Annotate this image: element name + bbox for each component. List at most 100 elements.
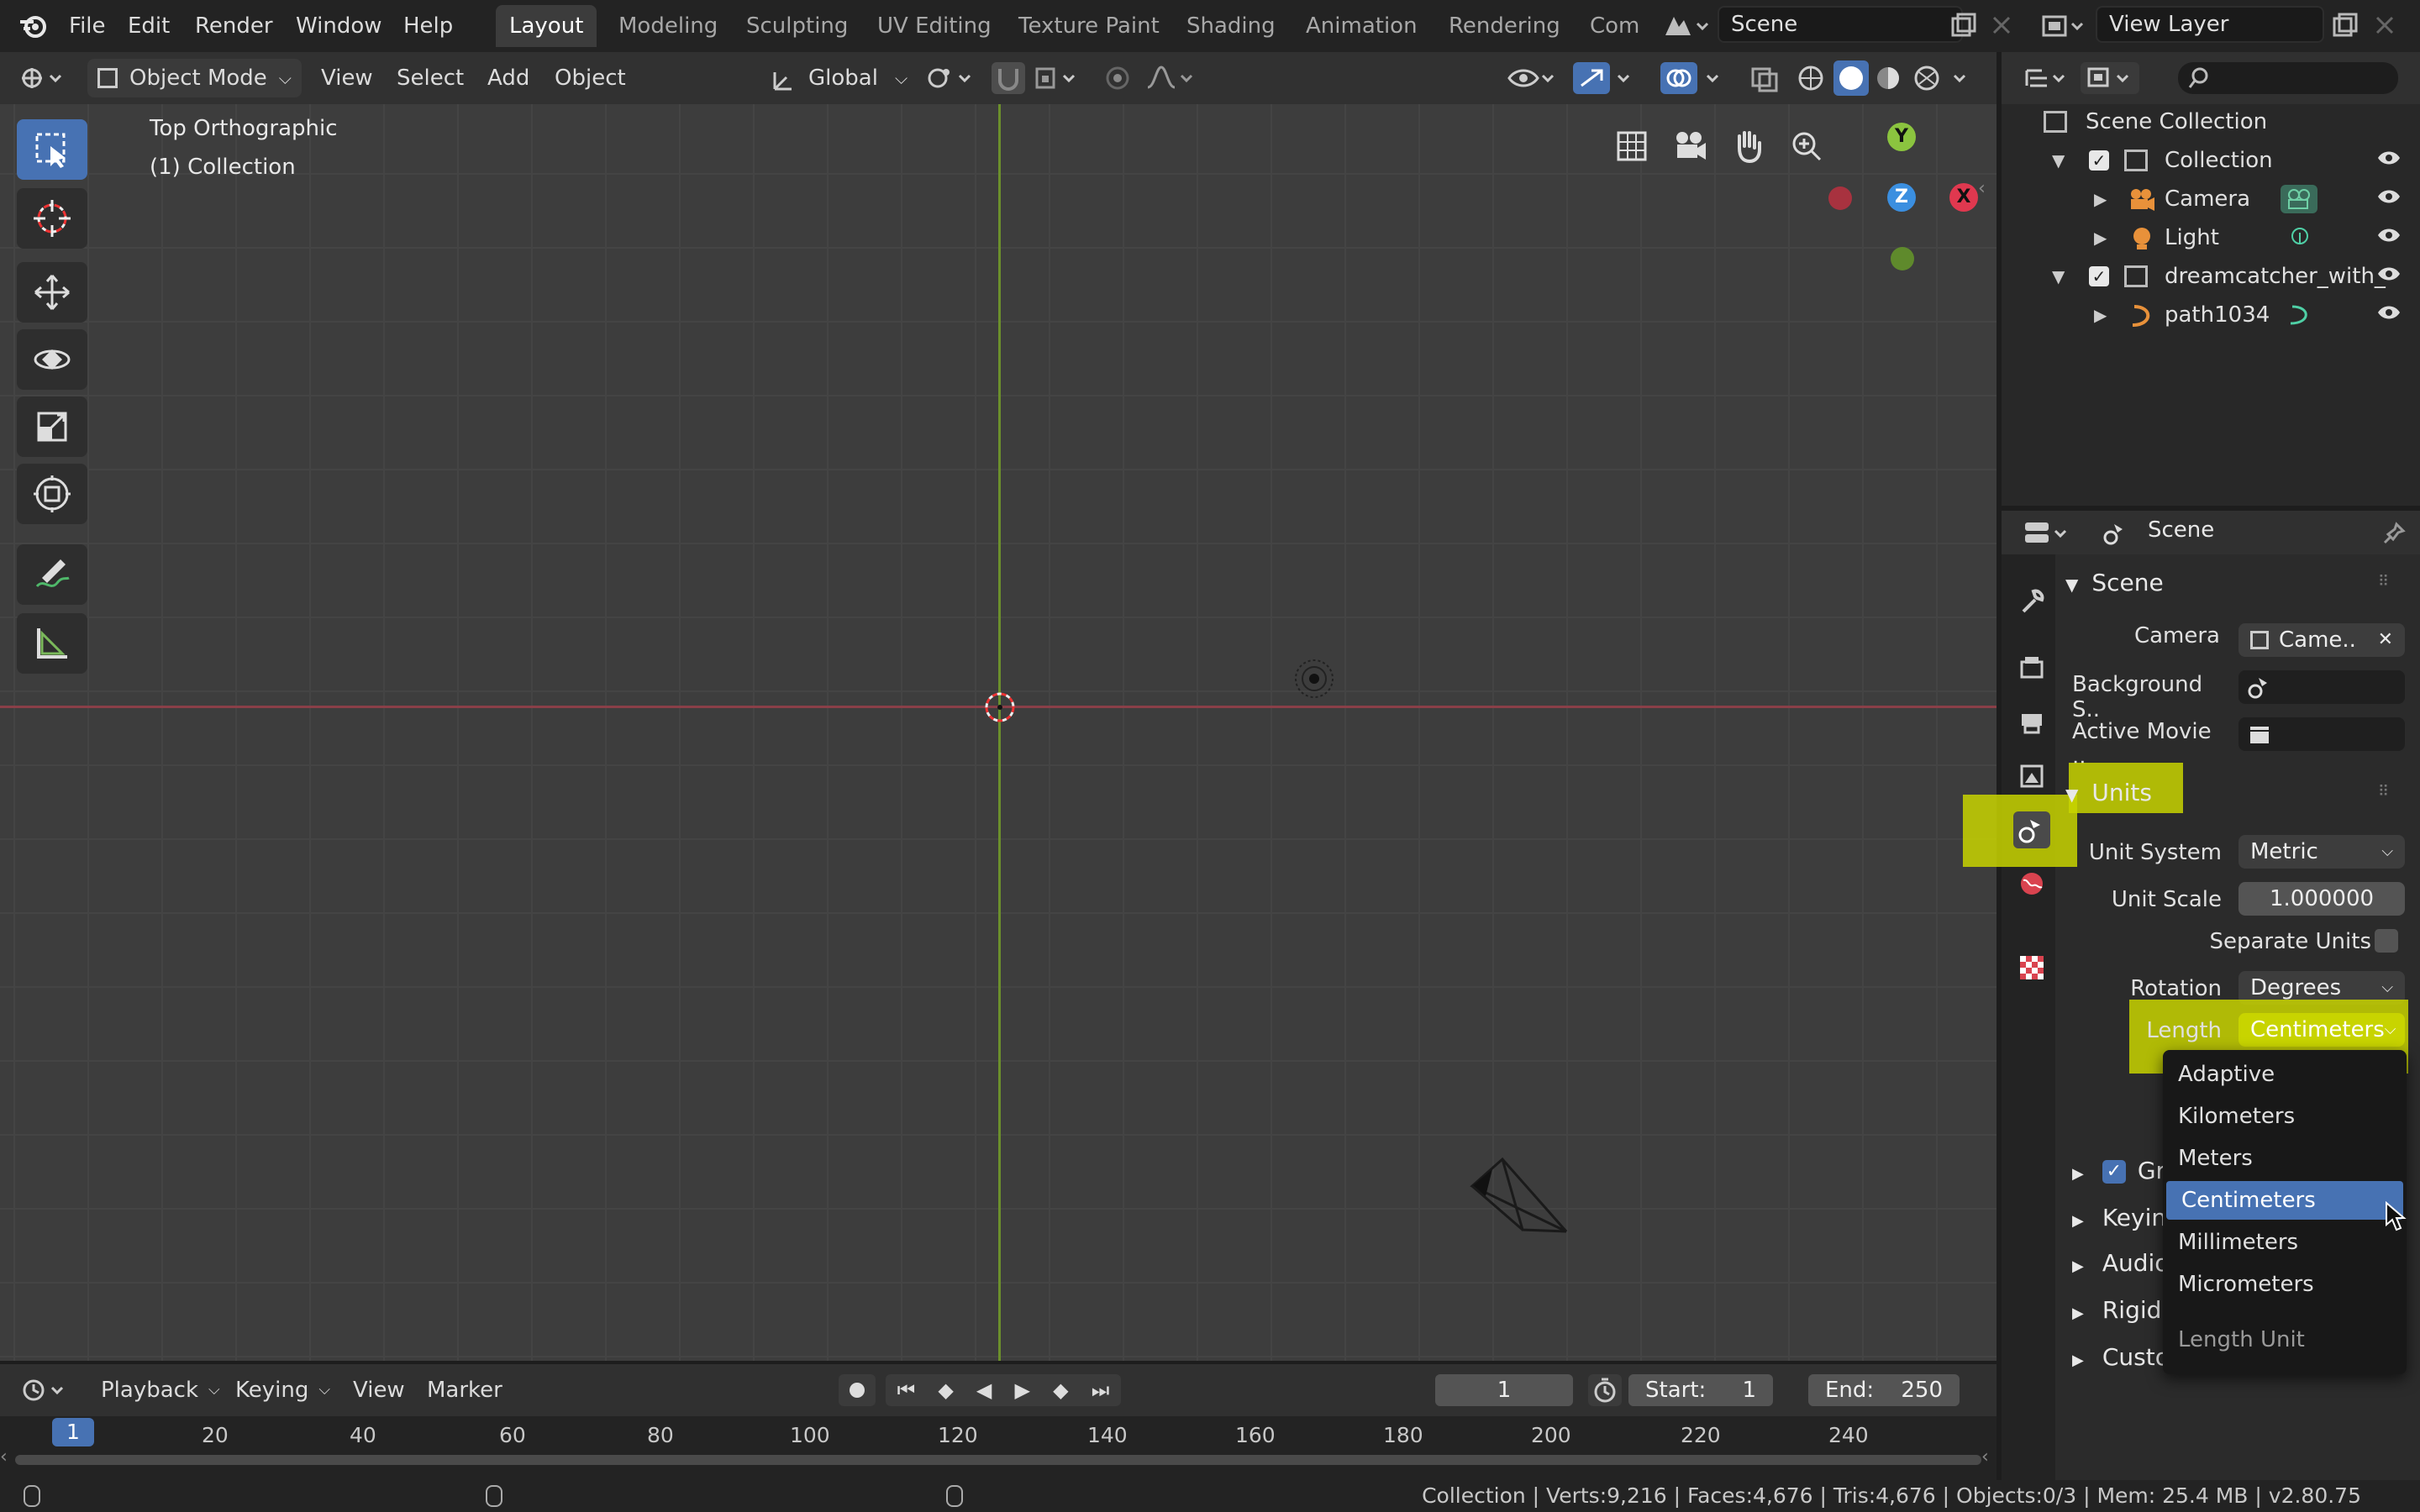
delete-view-layer-icon[interactable] <box>2373 13 2396 37</box>
pan-view-icon[interactable] <box>1724 123 1771 170</box>
custom-properties-panel-header[interactable]: ▶ Custo <box>2072 1336 2170 1379</box>
timeline-menu-playback[interactable]: Playback ⌵ <box>91 1371 230 1410</box>
expand-arrow-icon[interactable]: ▶ <box>2094 296 2107 334</box>
gizmo-y-axis[interactable]: Y <box>1887 123 1916 151</box>
outliner-row-path1034[interactable]: ▶ path1034 <box>2002 296 2420 334</box>
scene-panel-header[interactable]: ▼ Scene <box>2065 561 2164 605</box>
jump-to-end-icon[interactable]: ⏭ <box>1092 1378 1110 1402</box>
falloff-icon[interactable] <box>1144 64 1198 92</box>
tab-animation[interactable]: Animation <box>1292 5 1431 47</box>
view-layer-icon[interactable] <box>2039 10 2089 42</box>
pin-icon[interactable] <box>2381 521 2407 546</box>
camera-data-icon[interactable] <box>2281 185 2317 213</box>
outliner-row-light[interactable]: ▶ Light <box>2002 218 2420 257</box>
rigid-body-world-panel-header[interactable]: ▶ Rigid <box>2072 1289 2161 1332</box>
play-reverse-icon[interactable]: ◀ <box>976 1378 992 1402</box>
overlays-toggle-icon[interactable] <box>1660 62 1697 94</box>
playhead-frame-indicator[interactable]: 1 <box>52 1418 94 1446</box>
jump-to-start-icon[interactable]: ⏮ <box>897 1378 916 1402</box>
tab-texture-paint[interactable]: Texture Paint <box>1005 5 1173 47</box>
outliner-row-collection[interactable]: ▼ ✓ Collection <box>2002 141 2420 180</box>
tab-texture-icon[interactable] <box>2013 949 2050 986</box>
next-keyframe-icon[interactable]: ◆ <box>1053 1378 1068 1402</box>
background-scene-field[interactable] <box>2238 670 2405 704</box>
annotate-tool[interactable] <box>17 544 87 605</box>
visibility-eye-icon[interactable] <box>2376 227 2402 244</box>
viewport-menu-object[interactable]: Object <box>544 59 636 97</box>
start-frame-field[interactable]: Start: 1 <box>1628 1374 1773 1406</box>
gizmo-neg-x-dot[interactable] <box>1828 186 1852 210</box>
move-tool[interactable] <box>17 262 87 323</box>
select-box-tool[interactable] <box>17 119 87 180</box>
tab-output-icon[interactable] <box>2013 704 2050 741</box>
menu-window[interactable]: Window <box>292 7 386 45</box>
tab-world-icon[interactable] <box>2013 865 2050 902</box>
end-frame-field[interactable]: End: 250 <box>1808 1374 1960 1406</box>
shading-rendered-icon[interactable] <box>1912 64 1941 92</box>
visibility-eye-icon[interactable] <box>2376 188 2402 205</box>
xray-toggle-icon[interactable] <box>1748 64 1781 92</box>
tab-compositing[interactable]: Com <box>1576 5 1660 47</box>
shading-material-icon[interactable] <box>1874 64 1902 92</box>
current-frame-field[interactable]: 1 <box>1435 1374 1573 1406</box>
outliner-row-scene-collection[interactable]: Scene Collection <box>2002 102 2420 141</box>
display-mode-icon[interactable] <box>2081 62 2139 94</box>
length-option-centimeters[interactable]: Centimeters <box>2166 1181 2403 1220</box>
outliner-editor-type-icon[interactable] <box>2022 64 2072 92</box>
audio-panel-header[interactable]: ▶ Audio <box>2072 1242 2169 1285</box>
camera-object[interactable] <box>1462 1136 1571 1245</box>
cursor-tool[interactable] <box>17 188 87 249</box>
tab-render-icon[interactable] <box>2013 650 2050 687</box>
toggle-ortho-grid-icon[interactable] <box>1608 123 1655 170</box>
camera-view-icon[interactable] <box>1667 123 1714 170</box>
collection-checkbox[interactable]: ✓ <box>2089 266 2109 286</box>
curve-data-icon[interactable] <box>2287 302 2312 328</box>
pivot-point-icon[interactable] <box>924 64 978 92</box>
clear-camera-icon[interactable]: ✕ <box>2378 623 2393 657</box>
use-preview-range-icon[interactable] <box>1588 1374 1622 1406</box>
length-option-adaptive[interactable]: Adaptive <box>2163 1055 2407 1094</box>
menu-render[interactable]: Render <box>192 7 276 45</box>
timeline-scrollbar[interactable] <box>15 1455 1981 1465</box>
timeline-editor-type-icon[interactable] <box>20 1376 71 1404</box>
delete-scene-icon[interactable] <box>1990 13 2013 37</box>
visibility-eye-icon[interactable] <box>2376 304 2402 321</box>
properties-editor-type-icon[interactable] <box>2022 519 2072 548</box>
expand-arrow-icon[interactable]: ▼ <box>2052 141 2065 180</box>
tab-layout[interactable]: Layout <box>496 5 597 47</box>
shading-solid-icon[interactable] <box>1833 60 1869 96</box>
visibility-selectability-icon[interactable] <box>1506 64 1560 92</box>
new-view-layer-icon[interactable] <box>2331 12 2360 40</box>
unit-system-dropdown[interactable]: Metric ⌵ <box>2238 835 2405 869</box>
gizmo-z-axis[interactable]: Z <box>1887 183 1916 212</box>
separate-units-checkbox[interactable] <box>2375 929 2398 953</box>
viewport-menu-select[interactable]: Select <box>387 59 474 97</box>
panel-drag-handle-icon[interactable]: ⠿ <box>2378 573 2389 591</box>
object-mode-dropdown[interactable]: Object Mode ⌵ <box>87 59 302 97</box>
tab-modeling[interactable]: Modeling <box>605 5 731 47</box>
tab-sculpting[interactable]: Sculpting <box>733 5 861 47</box>
zoom-view-icon[interactable] <box>1783 123 1830 170</box>
scene-camera-field[interactable]: Came.. ✕ <box>2238 623 2405 657</box>
length-option-meters[interactable]: Meters <box>2163 1139 2407 1178</box>
visibility-eye-icon[interactable] <box>2376 265 2402 282</box>
viewport-menu-add[interactable]: Add <box>477 59 539 97</box>
timeline-scroll-arrow-right-icon[interactable]: ‹ <box>1981 1446 1989 1467</box>
tab-rendering[interactable]: Rendering <box>1435 5 1574 47</box>
length-option-micrometers[interactable]: Micrometers <box>2163 1265 2407 1304</box>
scale-tool[interactable] <box>17 396 87 457</box>
transform-tool[interactable] <box>17 464 87 524</box>
visibility-eye-icon[interactable] <box>2376 150 2402 166</box>
gravity-checkbox[interactable]: ✓ <box>2102 1160 2126 1184</box>
tab-shading[interactable]: Shading <box>1173 5 1289 47</box>
view-layer-field[interactable]: View Layer <box>2096 6 2324 43</box>
collapse-sidebar-arrow-icon[interactable]: ‹ <box>1978 178 1986 199</box>
expand-arrow-icon[interactable]: ▶ <box>2094 218 2107 257</box>
outliner-row-camera[interactable]: ▶ Camera <box>2002 180 2420 218</box>
outliner-search-input[interactable] <box>2178 62 2398 94</box>
light-data-icon[interactable] <box>2287 225 2312 250</box>
snap-target-icon[interactable] <box>1032 64 1086 92</box>
3d-viewport[interactable]: Object Mode ⌵ View Select Add Object Glo… <box>0 52 1996 1361</box>
scene-name-field[interactable]: Scene <box>1718 6 1963 43</box>
scene-selector-icon[interactable] <box>1660 10 1711 42</box>
